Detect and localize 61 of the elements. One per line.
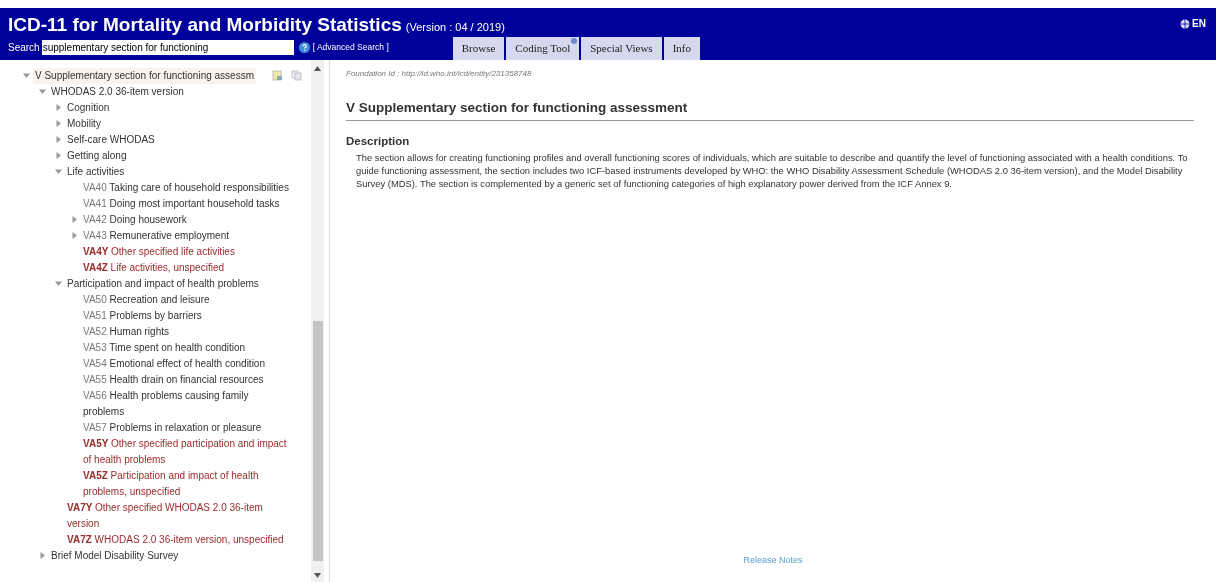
tree-item[interactable]: Cognition (65, 100, 112, 116)
nav-tab[interactable]: Browse (452, 37, 505, 60)
expand-icon[interactable] (71, 232, 78, 239)
tree-item[interactable]: Life activities (65, 164, 127, 180)
tree-item[interactable]: VA52 Human rights (81, 324, 171, 340)
scrollbar-thumb[interactable] (312, 321, 323, 561)
tree-item[interactable]: VA56 Health problems causing family problems (81, 388, 291, 420)
advanced-search-link[interactable]: [ Advanced Search ] (312, 40, 453, 54)
collapse-icon[interactable] (55, 280, 62, 287)
globe-icon[interactable] (1180, 18, 1191, 29)
document-icon[interactable] (272, 70, 283, 81)
nav-tab[interactable]: Special Views (581, 37, 662, 60)
tree-item[interactable]: VA51 Problems by barriers (81, 308, 204, 324)
tree-item[interactable]: Getting along (65, 148, 129, 164)
section-heading: Description (346, 134, 411, 150)
tree-item[interactable]: Participation and impact of health problems (65, 276, 261, 292)
expand-icon[interactable] (55, 136, 62, 143)
badge-icon (571, 38, 578, 44)
search-label: Search (8, 40, 40, 55)
tree-item[interactable]: VA5Z Participation and impact of health problems, unspecified (81, 468, 291, 500)
collapse-icon[interactable] (55, 168, 62, 175)
description-text: The section allows for creating functioning profiles and overall functioning scores of individuals, which are suitable to describe and quantify the level of functioning associated with a health conditions. To guide functioning assessment, the section includes two ICF-based instruments developed by WHO: the WHO Disability Assessment Schedule (WHODAS 2.0 36-item version), and the Model Disability Survey (MDS). The section is complemented by a generic set of functioning categories of high explanatory power derived from the ICF Annex 9. (356, 150, 1189, 190)
tree-item[interactable]: VA53 Time spent on health condition (81, 340, 248, 356)
app-title: ICD-11 for Mortality and Morbidity Statistics (8, 14, 402, 36)
tree-item[interactable]: VA4Y Other specified life activities (81, 244, 237, 260)
tree-item[interactable]: VA7Y Other specified WHODAS 2.0 36-item version (65, 500, 291, 532)
tree-item[interactable]: Mobility (65, 116, 103, 132)
tree-item[interactable]: VA40 Taking care of household responsibilities (81, 180, 291, 196)
search-field[interactable]: supplementary section for functioning (41, 39, 294, 55)
scroll-up-icon[interactable] (314, 66, 321, 71)
tree-item[interactable]: Self-care WHODAS (65, 132, 157, 148)
tree-item[interactable]: VA57 Problems in relaxation or pleasure (81, 420, 264, 436)
help-icon[interactable] (298, 41, 310, 53)
nav-tab[interactable]: Info (663, 37, 700, 60)
entity-title: V Supplementary section for functioning assessment (346, 98, 1194, 122)
tree-item[interactable]: Brief Model Disability Survey (49, 548, 181, 564)
tree-item[interactable]: VA4Z Life activities, unspecified (81, 260, 226, 276)
version-label: (Version : 04 / 2019) (405, 20, 505, 35)
tree-item[interactable]: VA54 Emotional effect of health condition (81, 356, 267, 372)
tree-item[interactable]: VA50 Recreation and leisure (81, 292, 212, 308)
tree-item[interactable]: WHODAS 2.0 36-item version (49, 84, 186, 100)
copy-icon[interactable] (291, 70, 302, 81)
collapse-icon[interactable] (23, 72, 30, 79)
foundation-id: Foundation Id : http://id.who.int/icd/entity/231358748 (346, 68, 533, 80)
tree-item[interactable]: VA43 Remunerative employment (81, 228, 231, 244)
tree-item[interactable]: VA55 Health drain on financial resources (81, 372, 266, 388)
expand-icon[interactable] (55, 104, 62, 111)
tree-item[interactable]: VA41 Doing most important household tasks (81, 196, 282, 212)
scroll-down-icon[interactable] (314, 573, 321, 578)
tree-item[interactable]: V Supplementary section for functioning assessm (33, 68, 256, 84)
scrollbar[interactable] (311, 60, 324, 582)
tree-item[interactable]: VA7Z WHODAS 2.0 36-item version, unspecified (65, 532, 286, 548)
expand-icon[interactable] (55, 152, 62, 159)
tree-item[interactable]: VA42 Doing housework (81, 212, 189, 228)
expand-icon[interactable] (55, 120, 62, 127)
nav-tab[interactable]: Coding Tool (506, 37, 580, 60)
expand-icon[interactable] (39, 552, 46, 559)
expand-icon[interactable] (71, 216, 78, 223)
tree-item[interactable]: VA5Y Other specified participation and impact of health problems (81, 436, 291, 468)
collapse-icon[interactable] (39, 88, 46, 95)
language-link[interactable]: EN (1192, 16, 1206, 31)
